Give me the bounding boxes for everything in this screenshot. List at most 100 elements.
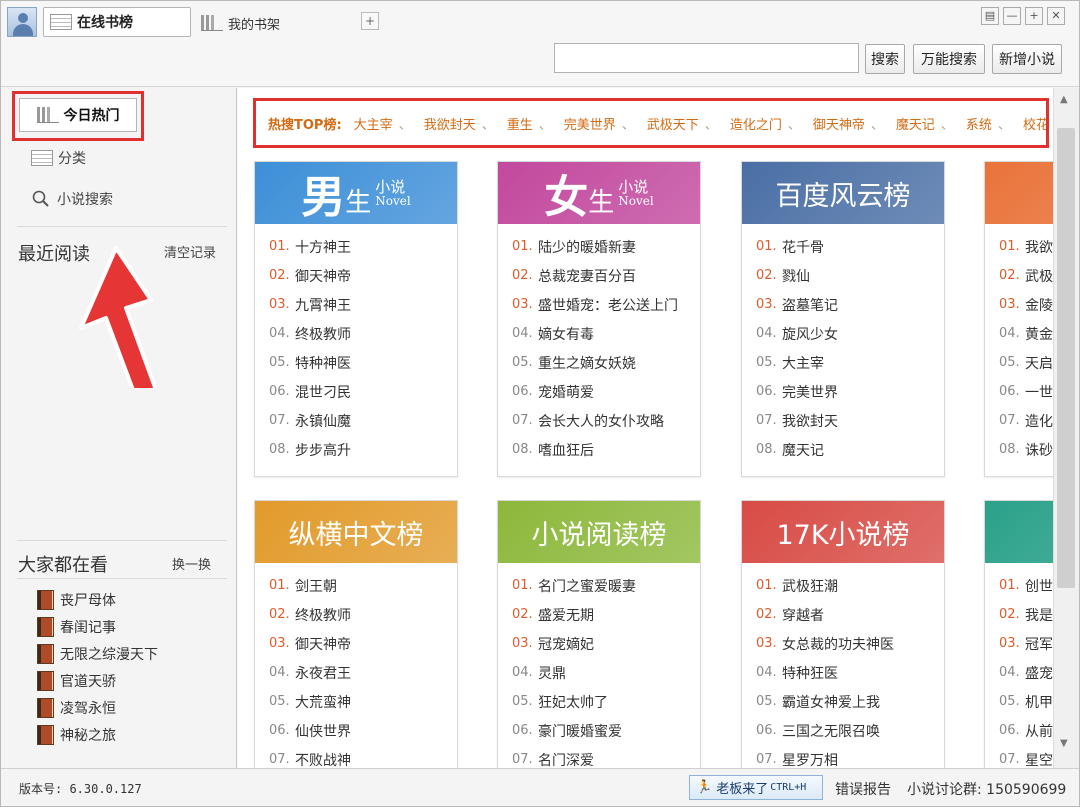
ranking-row[interactable]: 06. 仙侠世界 <box>269 716 457 745</box>
ranking-row[interactable]: 01. 我欲 <box>999 232 1053 261</box>
ranking-row[interactable]: 06. 宠婚萌爱 <box>512 377 700 406</box>
ranking-row[interactable]: 02. 终极教师 <box>269 600 457 629</box>
ranking-row[interactable]: 08. 嗜血狂后 <box>512 435 700 464</box>
ranking-row[interactable]: 02. 御天神帝 <box>269 261 457 290</box>
hot-search-item[interactable]: 校花的贴身高手 <box>1023 114 1046 133</box>
close-icon[interactable]: ✕ <box>1047 7 1065 25</box>
error-report-link[interactable]: 错误报告 <box>835 779 891 799</box>
ranking-row[interactable]: 05. 机甲 <box>999 687 1053 716</box>
ranking-row[interactable]: 05. 大荒蛮神 <box>269 687 457 716</box>
skin-icon[interactable]: ▤ <box>981 7 999 25</box>
sidebar-item-category[interactable]: 分类 <box>31 148 86 168</box>
ranking-row[interactable]: 07. 名门深爱 <box>512 745 700 768</box>
ranking-card-header[interactable]: 男生小说 Novel <box>255 162 457 224</box>
ranking-row[interactable]: 02. 武极 <box>999 261 1053 290</box>
universal-search-button[interactable]: 万能搜索 <box>913 44 985 74</box>
ranking-row[interactable]: 05. 狂妃太帅了 <box>512 687 700 716</box>
ranking-row[interactable]: 08. 诛砂 <box>999 435 1053 464</box>
ranking-row[interactable]: 06. 混世刁民 <box>269 377 457 406</box>
ranking-row[interactable]: 06. 豪门暖婚蜜爱 <box>512 716 700 745</box>
ranking-row[interactable]: 05. 重生之嫡女妖娆 <box>512 348 700 377</box>
ranking-row[interactable]: 05. 天启 <box>999 348 1053 377</box>
ranking-card-header[interactable]: 百度风云榜 <box>742 162 944 224</box>
scroll-down-icon[interactable]: ▼ <box>1060 738 1068 749</box>
maximize-icon[interactable]: + <box>1025 7 1043 25</box>
ranking-row[interactable]: 01. 花千骨 <box>756 232 944 261</box>
ranking-row[interactable]: 04. 旋风少女 <box>756 319 944 348</box>
hot-search-item[interactable]: 大主宰 <box>354 114 393 133</box>
scroll-up-icon[interactable]: ▲ <box>1060 94 1068 105</box>
ranking-row[interactable]: 03. 御天神帝 <box>269 629 457 658</box>
vertical-scrollbar[interactable]: ▲ ▼ <box>1053 88 1079 768</box>
ranking-row[interactable]: 03. 九霄神王 <box>269 290 457 319</box>
ranking-row[interactable]: 03. 冠宠嫡妃 <box>512 629 700 658</box>
hot-search-item[interactable]: 御天神帝 <box>813 114 865 133</box>
ranking-card-header[interactable]: 纵横中文榜 <box>255 501 457 563</box>
ranking-row[interactable]: 04. 特种狂医 <box>756 658 944 687</box>
ranking-row[interactable]: 07. 我欲封天 <box>756 406 944 435</box>
sidebar-item-novel-search[interactable]: 小说搜索 <box>31 189 113 209</box>
hot-search-item[interactable]: 造化之门 <box>730 114 782 133</box>
hot-search-item[interactable]: 我欲封天 <box>424 114 476 133</box>
list-item[interactable]: 官道天骄 <box>37 671 116 691</box>
boss-key-button[interactable]: 🏃 老板来了 CTRL+H <box>689 775 823 800</box>
ranking-row[interactable]: 07. 不败战神 <box>269 745 457 768</box>
tab-online-rankings[interactable]: 在线书榜 <box>43 7 191 37</box>
list-item[interactable]: 神秘之旅 <box>37 725 116 745</box>
ranking-row[interactable]: 07. 会长大人的女仆攻略 <box>512 406 700 435</box>
minimize-icon[interactable]: — <box>1003 7 1021 25</box>
ranking-row[interactable]: 05. 特种神医 <box>269 348 457 377</box>
search-input[interactable] <box>554 43 859 73</box>
ranking-row[interactable]: 03. 女总裁的功夫神医 <box>756 629 944 658</box>
add-tab-button[interactable]: + <box>361 12 379 30</box>
ranking-row[interactable]: 07. 星罗万相 <box>756 745 944 768</box>
ranking-row[interactable]: 08. 魔天记 <box>756 435 944 464</box>
tab-my-bookshelf[interactable]: 我的书架 <box>201 11 280 35</box>
swap-link[interactable]: 换一换 <box>172 554 211 573</box>
ranking-card-header[interactable]: 创世 <box>985 501 1053 563</box>
search-button[interactable]: 搜索 <box>865 44 905 74</box>
hot-search-item[interactable]: 武极天下 <box>647 114 699 133</box>
ranking-row[interactable]: 02. 盛爱无期 <box>512 600 700 629</box>
ranking-card-header[interactable]: 17K小说榜 <box>742 501 944 563</box>
ranking-row[interactable]: 03. 金陵 <box>999 290 1053 319</box>
ranking-row[interactable]: 07. 造化 <box>999 406 1053 435</box>
ranking-row[interactable]: 01. 武极狂潮 <box>756 571 944 600</box>
ranking-row[interactable]: 02. 我是 <box>999 600 1053 629</box>
ranking-row[interactable]: 06. 一世 <box>999 377 1053 406</box>
ranking-row[interactable]: 02. 总裁宠妻百分百 <box>512 261 700 290</box>
ranking-row[interactable]: 05. 大主宰 <box>756 348 944 377</box>
list-item[interactable]: 无限之综漫天下 <box>37 644 158 664</box>
ranking-row[interactable]: 01. 剑王朝 <box>269 571 457 600</box>
ranking-row[interactable]: 05. 霸道女神爱上我 <box>756 687 944 716</box>
ranking-row[interactable]: 02. 穿越者 <box>756 600 944 629</box>
ranking-card-header[interactable]: 小说阅读榜 <box>498 501 700 563</box>
ranking-row[interactable]: 04. 嫡女有毒 <box>512 319 700 348</box>
ranking-row[interactable]: 01. 名门之蜜爱暖妻 <box>512 571 700 600</box>
ranking-row[interactable]: 06. 三国之无限召唤 <box>756 716 944 745</box>
ranking-row[interactable]: 02. 戮仙 <box>756 261 944 290</box>
ranking-row[interactable]: 06. 从前 <box>999 716 1053 745</box>
ranking-row[interactable]: 01. 创世 <box>999 571 1053 600</box>
list-item[interactable]: 凌驾永恒 <box>37 698 116 718</box>
hot-today-button[interactable]: 今日热门 <box>19 98 137 132</box>
ranking-row[interactable]: 04. 永夜君王 <box>269 658 457 687</box>
user-avatar-icon[interactable] <box>7 7 37 37</box>
ranking-card-header[interactable]: 女生小说 Novel <box>498 162 700 224</box>
hot-search-item[interactable]: 魔天记 <box>896 114 935 133</box>
ranking-row[interactable]: 03. 冠军 <box>999 629 1053 658</box>
hot-search-item[interactable]: 系统 <box>966 114 992 133</box>
ranking-row[interactable]: 01. 十方神王 <box>269 232 457 261</box>
list-item[interactable]: 丧尸母体 <box>37 590 116 610</box>
scroll-thumb[interactable] <box>1057 128 1075 588</box>
hot-search-item[interactable]: 完美世界 <box>564 114 616 133</box>
ranking-row[interactable]: 06. 完美世界 <box>756 377 944 406</box>
ranking-row[interactable]: 07. 星空 <box>999 745 1053 768</box>
ranking-row[interactable]: 07. 永镇仙魔 <box>269 406 457 435</box>
ranking-row[interactable]: 04. 终极教师 <box>269 319 457 348</box>
add-novel-button[interactable]: 新增小说 <box>992 44 1062 74</box>
hot-search-item[interactable]: 重生 <box>507 114 533 133</box>
ranking-row[interactable]: 08. 步步高升 <box>269 435 457 464</box>
ranking-card-header[interactable]: 起点 <box>985 162 1053 224</box>
list-item[interactable]: 春闺记事 <box>37 617 116 637</box>
